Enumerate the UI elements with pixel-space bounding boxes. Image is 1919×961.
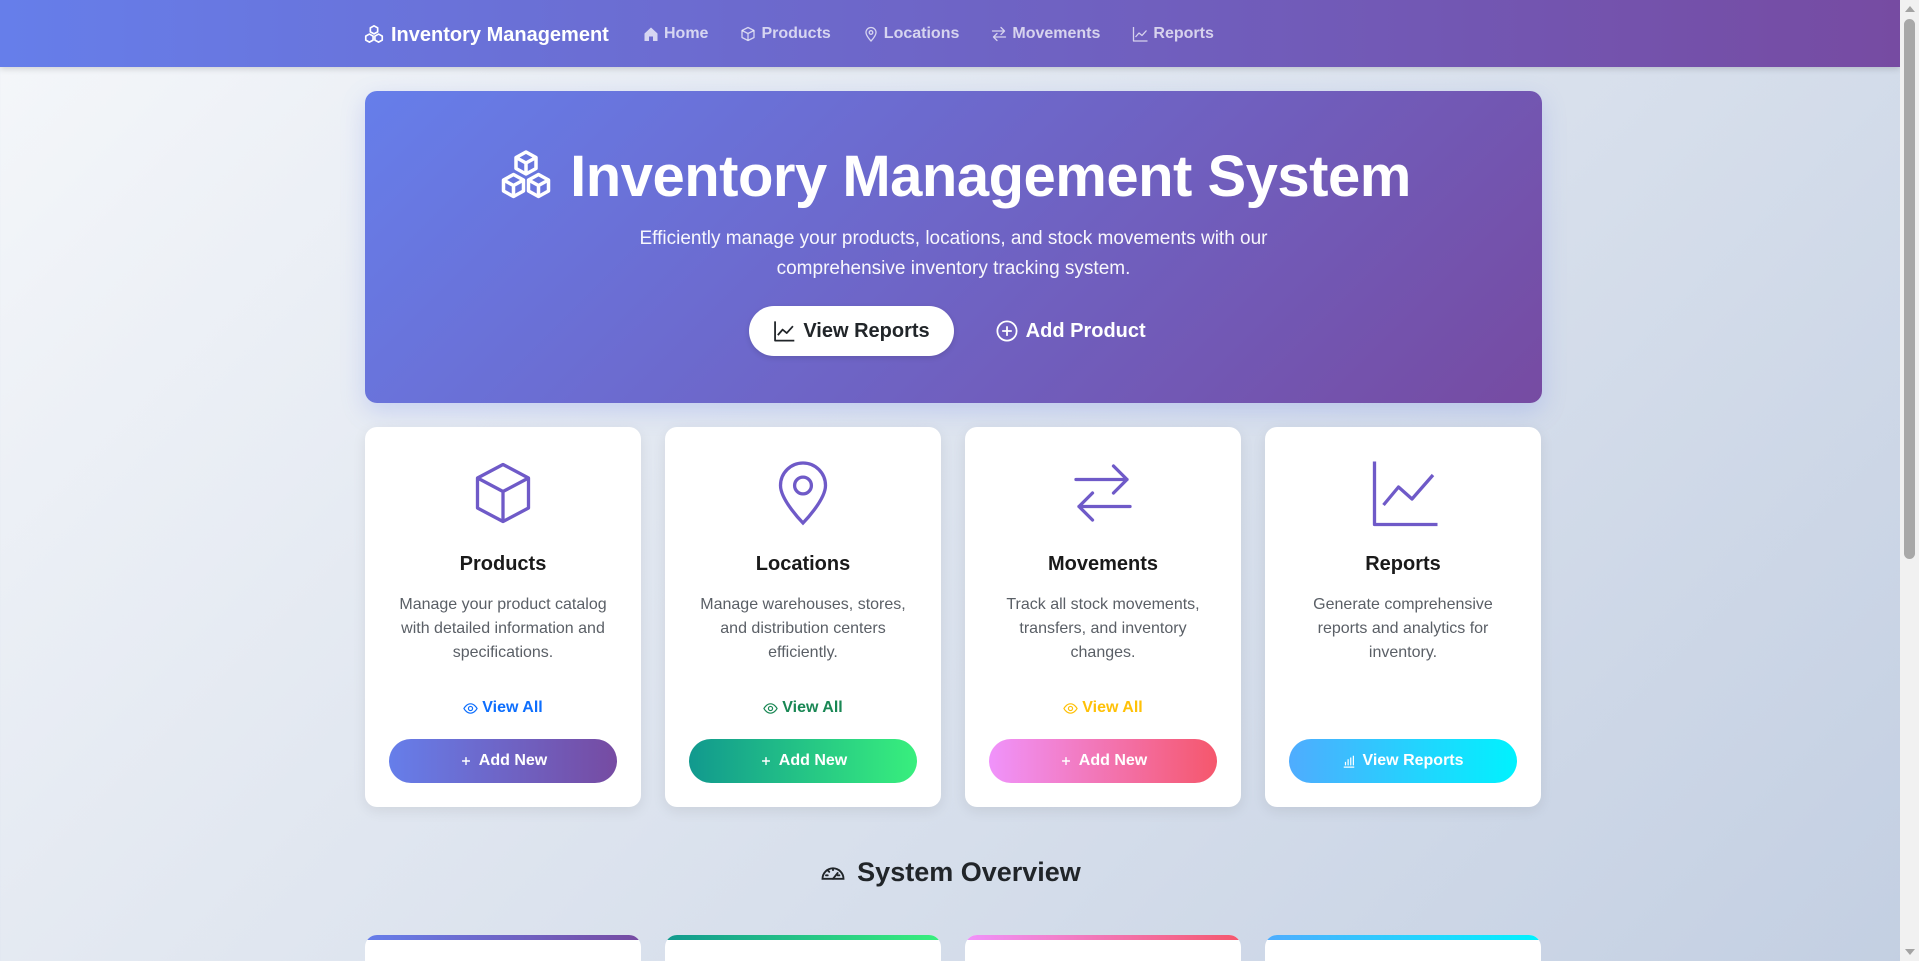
movements-card: Movements Track all stock movements, tra…	[965, 427, 1241, 807]
bar-chart-icon	[1344, 755, 1355, 768]
nav-link-movements[interactable]: Movements	[991, 22, 1116, 46]
eye-icon	[763, 702, 779, 714]
box-icon	[741, 26, 756, 42]
locations-view-all-link[interactable]: View All	[665, 699, 941, 717]
card-title: Products	[459, 553, 547, 575]
speedometer-icon	[821, 866, 845, 880]
nav-links: Home Products Locations Movements Report…	[643, 22, 1246, 46]
card-accent-bar	[1265, 935, 1541, 940]
overview-card-locations	[665, 935, 941, 961]
card-description: Generate comprehensive reports and analy…	[1313, 596, 1493, 661]
nav-link-products[interactable]: Products	[740, 22, 846, 46]
movements-view-all-link[interactable]: View All	[965, 699, 1241, 717]
scroll-down-arrow[interactable]	[1905, 949, 1915, 955]
chart-line-icon	[774, 321, 795, 342]
boxes-icon	[501, 149, 551, 198]
hero-subtitle-line: Efficiently manage your products, locati…	[639, 228, 1268, 249]
hero-title: Inventory Management System	[365, 143, 1542, 210]
scroll-up-arrow[interactable]	[1905, 6, 1915, 12]
view-all-label: View All	[482, 699, 543, 716]
arrows-exchange-icon	[992, 26, 1007, 42]
card-description: Manage warehouses, stores, and distribut…	[700, 596, 906, 661]
add-new-label: Add New	[478, 752, 548, 769]
nav-link-label: Reports	[1153, 25, 1214, 42]
reports-card: Reports Generate comprehensive reports a…	[1265, 427, 1541, 807]
add-new-label: Add New	[778, 752, 848, 769]
hero-title-text: Inventory Management System	[570, 144, 1411, 209]
top-navbar: Inventory Management Home Products Locat…	[0, 0, 1900, 67]
navbar-brand-label: Inventory Management	[391, 23, 609, 46]
card-accent-bar	[665, 935, 941, 940]
add-new-label: Add New	[1078, 752, 1148, 769]
hero-banner: Inventory Management System Efficiently …	[365, 91, 1542, 403]
card-title: Movements	[1047, 553, 1159, 575]
house-icon	[644, 27, 658, 41]
add-product-label: Add Product	[1025, 319, 1146, 342]
products-add-new-button[interactable]: Add New	[389, 739, 617, 783]
add-product-button[interactable]: Add Product	[984, 306, 1158, 356]
nav-link-label: Locations	[883, 25, 960, 42]
system-overview-title: System Overview	[857, 857, 1081, 887]
hero-buttons: View Reports Add Product	[365, 306, 1542, 356]
card-title: Reports	[1365, 553, 1441, 575]
card-title: Locations	[755, 553, 851, 575]
plus-circle-icon	[996, 320, 1018, 342]
map-pin-icon	[778, 461, 828, 526]
eye-icon	[463, 702, 479, 714]
view-reports-label: View Reports	[1362, 752, 1464, 769]
card-description: Track all stock movements, transfers, an…	[1006, 596, 1200, 661]
overview-card-reports	[1265, 935, 1541, 961]
arrows-exchange-icon	[1074, 464, 1132, 522]
locations-add-new-button[interactable]: Add New	[689, 739, 917, 783]
box-icon	[475, 462, 531, 524]
hero-subtitle: Efficiently manage your products, locati…	[625, 224, 1282, 284]
plus-icon	[761, 757, 770, 765]
movements-add-new-button[interactable]: Add New	[989, 739, 1217, 783]
overview-card-products	[365, 935, 641, 961]
locations-card: Locations Manage warehouses, stores, and…	[665, 427, 941, 807]
boxes-icon	[364, 25, 384, 43]
view-reports-button[interactable]: View Reports	[749, 306, 954, 356]
view-all-label: View All	[782, 699, 843, 716]
nav-link-reports[interactable]: Reports	[1132, 22, 1229, 46]
hero-subtitle-line: comprehensive inventory tracking system.	[776, 258, 1131, 279]
products-card: Products Manage your product catalog wit…	[365, 427, 641, 807]
card-accent-bar	[965, 935, 1241, 940]
view-all-label: View All	[1082, 699, 1143, 716]
nav-link-label: Products	[761, 25, 831, 42]
products-view-all-link[interactable]: View All	[365, 699, 641, 717]
map-pin-icon	[865, 26, 877, 42]
overview-card-movements	[965, 935, 1241, 961]
plus-icon	[1061, 757, 1070, 765]
nav-link-label: Movements	[1012, 25, 1101, 42]
nav-link-home[interactable]: Home	[643, 22, 724, 46]
plus-icon	[461, 757, 470, 765]
nav-link-label: Home	[664, 25, 709, 42]
card-description: Manage your product catalog with detaile…	[399, 596, 607, 661]
eye-icon	[1063, 702, 1079, 714]
chart-line-icon	[1372, 461, 1438, 527]
navbar-brand[interactable]: Inventory Management	[363, 22, 609, 48]
scroll-thumb[interactable]	[1904, 19, 1915, 559]
nav-link-locations[interactable]: Locations	[863, 22, 976, 46]
view-reports-label: View Reports	[803, 319, 930, 342]
system-overview-heading: System Overview	[0, 857, 1900, 888]
page-scrollbar[interactable]	[1900, 0, 1919, 961]
chart-line-icon	[1133, 27, 1148, 42]
reports-view-reports-button[interactable]: View Reports	[1289, 739, 1517, 783]
card-accent-bar	[365, 935, 641, 940]
